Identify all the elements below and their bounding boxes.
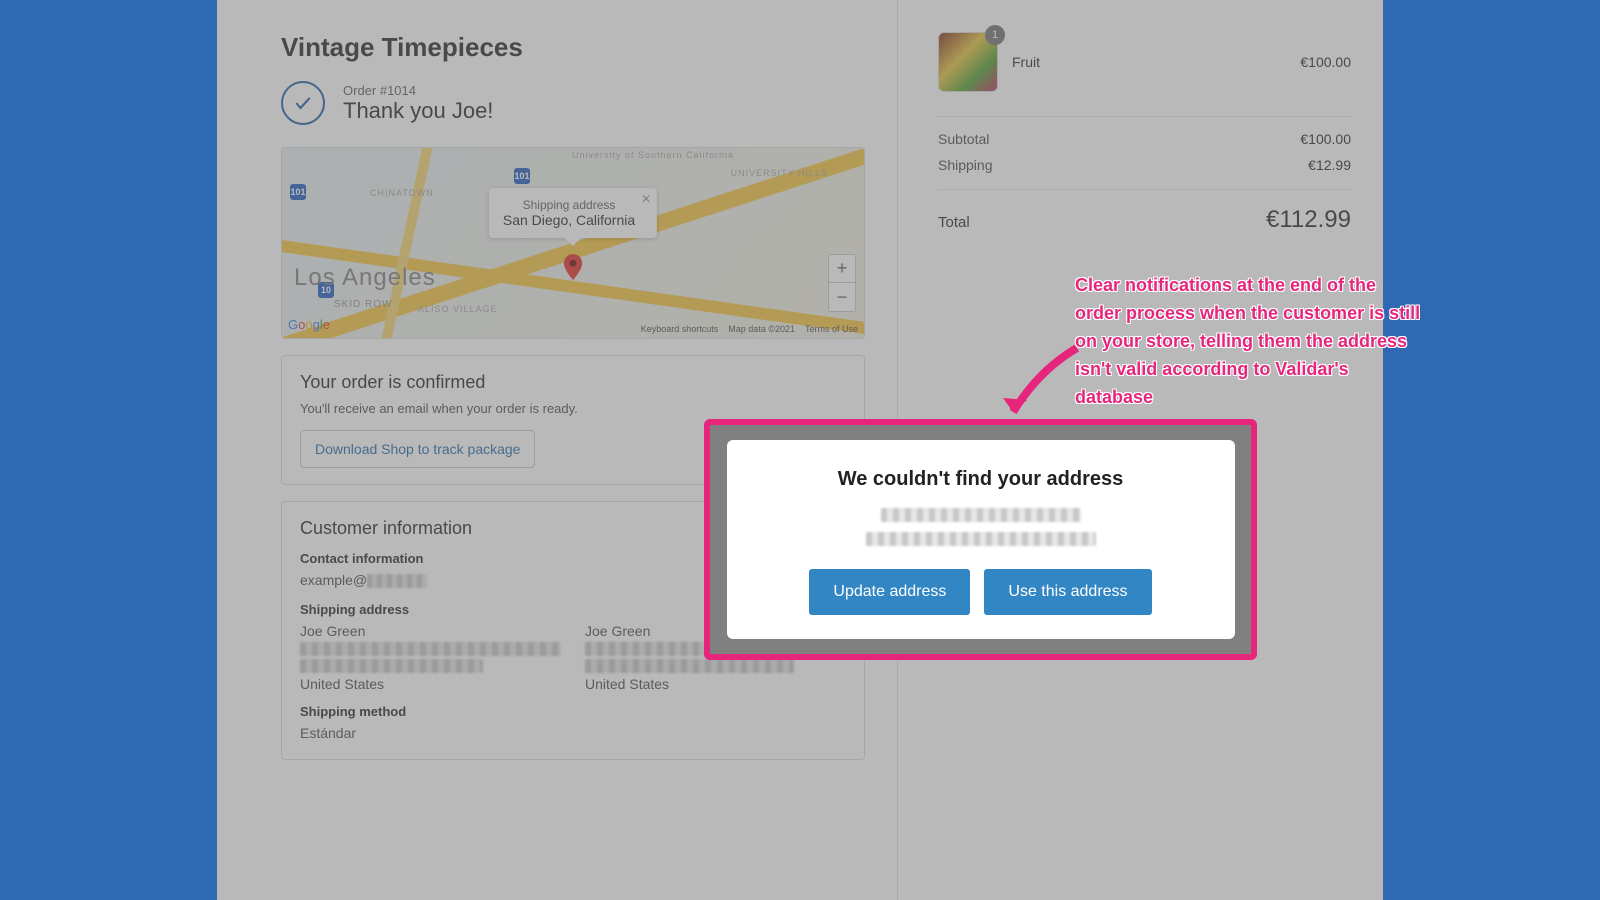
checkmark-icon bbox=[281, 81, 325, 125]
map-address-popup: ✕ Shipping address San Diego, California bbox=[489, 188, 657, 238]
shipping-map[interactable]: 101 10 101 CHINATOWN UNIVERSITY HILLS AL… bbox=[281, 147, 865, 339]
modal-address-redacted bbox=[751, 505, 1211, 549]
redacted-line bbox=[300, 659, 483, 673]
popup-location: San Diego, California bbox=[503, 212, 635, 228]
zoom-out-button[interactable]: − bbox=[829, 283, 855, 311]
shipping-method-value: Estándar bbox=[300, 725, 561, 741]
modal-title: We couldn't find your address bbox=[751, 468, 1211, 491]
use-this-address-button[interactable]: Use this address bbox=[984, 569, 1151, 615]
redacted-line bbox=[585, 659, 794, 673]
close-icon[interactable]: ✕ bbox=[641, 192, 651, 206]
total-value: €112.99 bbox=[1266, 206, 1351, 234]
zoom-in-button[interactable]: + bbox=[829, 255, 855, 283]
store-name: Vintage Timepieces bbox=[281, 32, 865, 63]
quantity-badge: 1 bbox=[985, 25, 1005, 45]
shipping-name: Joe Green bbox=[300, 623, 561, 639]
confirmed-heading: Your order is confirmed bbox=[300, 372, 846, 393]
thank-you-message: Thank you Joe! bbox=[343, 98, 493, 124]
shipping-method-heading: Shipping method bbox=[300, 704, 561, 719]
map-city-label: Los Angeles bbox=[294, 264, 436, 292]
total-label: Total bbox=[938, 214, 970, 231]
shipping-value: €12.99 bbox=[1308, 157, 1351, 173]
cart-line-item: 1 Fruit €100.00 bbox=[938, 32, 1351, 117]
product-price: €100.00 bbox=[1300, 54, 1351, 70]
subtotal-value: €100.00 bbox=[1300, 131, 1351, 147]
map-attribution: Keyboard shortcuts Map data ©2021 Terms … bbox=[641, 324, 858, 334]
billing-country: United States bbox=[585, 676, 846, 692]
highway-shield: 101 bbox=[290, 184, 306, 200]
shipping-address-heading: Shipping address bbox=[300, 602, 561, 617]
redacted-line bbox=[300, 642, 561, 656]
product-name: Fruit bbox=[1012, 54, 1286, 70]
update-address-button[interactable]: Update address bbox=[809, 569, 970, 615]
popup-label: Shipping address bbox=[503, 198, 635, 212]
address-validation-callout: We couldn't find your address Update add… bbox=[704, 419, 1257, 660]
map-zoom-controls[interactable]: + − bbox=[828, 254, 856, 312]
subtotal-label: Subtotal bbox=[938, 131, 989, 147]
product-thumbnail: 1 bbox=[938, 32, 998, 92]
order-number: Order #1014 bbox=[343, 83, 493, 98]
annotation-text: Clear notifications at the end of the or… bbox=[1075, 272, 1425, 411]
shipping-label: Shipping bbox=[938, 157, 993, 173]
map-district-label: SKID ROW bbox=[334, 299, 393, 310]
shipping-country: United States bbox=[300, 676, 561, 692]
highway-shield: 101 bbox=[514, 168, 530, 184]
download-shop-button[interactable]: Download Shop to track package bbox=[300, 430, 535, 468]
map-pin-icon bbox=[563, 254, 583, 285]
google-logo: Google bbox=[288, 317, 330, 332]
checkout-page: Vintage Timepieces Order #1014 Thank you… bbox=[217, 0, 1383, 900]
confirmed-subtext: You'll receive an email when your order … bbox=[300, 401, 846, 416]
address-modal: We couldn't find your address Update add… bbox=[727, 440, 1235, 639]
